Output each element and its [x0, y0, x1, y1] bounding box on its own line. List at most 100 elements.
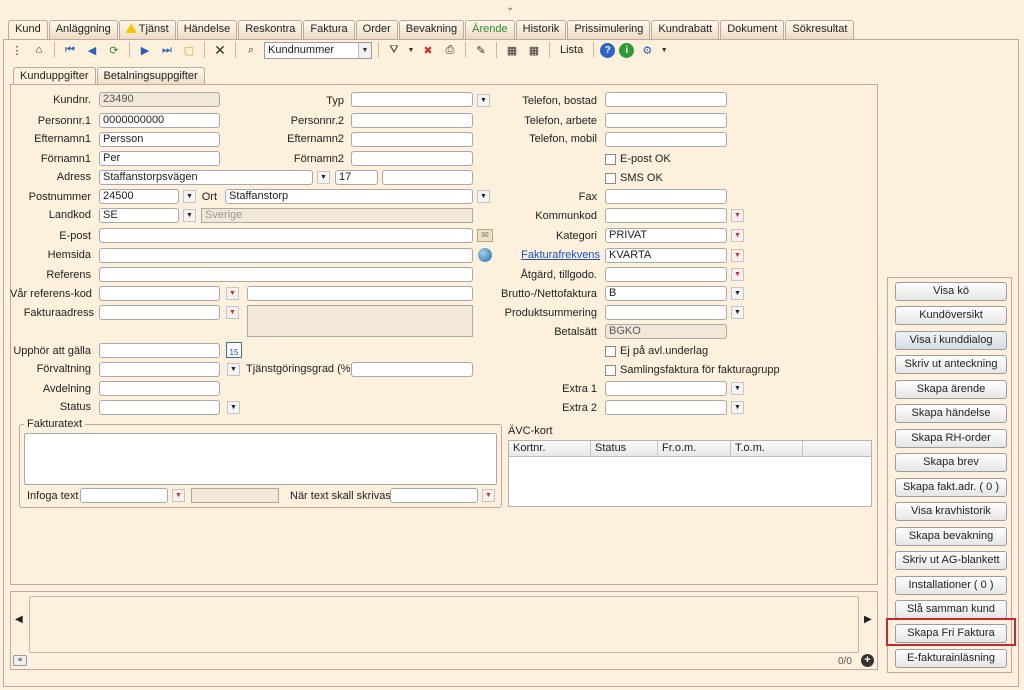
chevron-down-icon[interactable]: ▼: [660, 41, 668, 59]
efternamn1-field[interactable]: Persson: [99, 132, 220, 147]
collapse-chevron-icon[interactable]: ⌄: [506, 2, 514, 13]
tab-dokument[interactable]: Dokument: [720, 20, 785, 39]
avc-kort-grid[interactable]: Kortnr. Status Fr.o.m. T.o.m.: [508, 440, 872, 507]
typ-dropdown[interactable]: ▼: [477, 94, 490, 107]
avc-column-kortnr[interactable]: Kortnr.: [509, 441, 591, 456]
typ-field[interactable]: [351, 92, 473, 107]
personnr2-field[interactable]: [351, 113, 473, 128]
nar-text-dropdown[interactable]: ▼: [482, 489, 495, 502]
samlingsfaktura-checkbox[interactable]: [605, 365, 616, 376]
ort-field[interactable]: Staffanstorp: [225, 189, 473, 204]
fakturaadress-field[interactable]: [99, 305, 220, 320]
tab-historik[interactable]: Historik: [515, 20, 567, 39]
import-icon[interactable]: ▦: [525, 41, 543, 59]
skriv-ut-ag-blankett-button[interactable]: Skriv ut AG-blankett: [895, 551, 1007, 570]
postnummer-dropdown[interactable]: ▼: [183, 190, 196, 203]
tab-reskontra[interactable]: Reskontra: [238, 20, 303, 39]
tab-arende[interactable]: Ärende: [465, 20, 515, 39]
epost-ok-checkbox[interactable]: [605, 154, 616, 165]
fakturafrekvens-dropdown[interactable]: ▼: [731, 249, 744, 262]
skapa-handelse-button[interactable]: Skapa händelse: [895, 404, 1007, 423]
edit-icon[interactable]: ✎: [472, 41, 490, 59]
fakturaadress-dropdown[interactable]: ▼: [226, 306, 239, 319]
skapa-arende-button[interactable]: Skapa ärende: [895, 380, 1007, 399]
print-icon[interactable]: ⎙: [441, 41, 459, 59]
nar-text-field[interactable]: [390, 488, 478, 503]
tab-sokresultat[interactable]: Sökresultat: [785, 20, 855, 39]
infoga-text-field[interactable]: [80, 488, 168, 503]
fakturafrekvens-field[interactable]: KVARTA: [605, 248, 727, 263]
fornamn2-field[interactable]: [351, 151, 473, 166]
refresh-icon[interactable]: ⟳: [105, 41, 123, 59]
fakturafrekvens-link[interactable]: Fakturafrekvens: [500, 248, 600, 263]
notes-textarea[interactable]: [29, 596, 859, 653]
tab-betalningsuppgifter[interactable]: Betalningsuppgifter: [96, 67, 205, 85]
ej-avl-checkbox[interactable]: [605, 346, 616, 357]
hemsida-field[interactable]: [99, 248, 473, 263]
globe-icon[interactable]: [478, 248, 492, 262]
fakturatext-textarea[interactable]: [24, 433, 497, 485]
extra1-field[interactable]: [605, 381, 727, 396]
visa-ko-button[interactable]: Visa kö: [895, 282, 1007, 301]
skapa-rh-order-button[interactable]: Skapa RH-order: [895, 429, 1007, 448]
sla-samman-kund-button[interactable]: Slå samman kund: [895, 600, 1007, 619]
avdelning-field[interactable]: [99, 381, 220, 396]
produktsummering-field[interactable]: [605, 305, 727, 320]
skapa-bevakning-button[interactable]: Skapa bevakning: [895, 527, 1007, 546]
help-icon[interactable]: ?: [600, 42, 616, 58]
skapa-fakt-adr-button[interactable]: Skapa fakt.adr. ( 0 ): [895, 478, 1007, 497]
tab-faktura[interactable]: Faktura: [303, 20, 355, 39]
e-fakturainlasning-button[interactable]: E-fakturainläsning: [895, 649, 1007, 668]
adress-number-field[interactable]: 17: [335, 170, 378, 185]
open-folder-icon[interactable]: ⌂: [30, 41, 48, 59]
epost-field[interactable]: [99, 228, 473, 243]
filter-icon[interactable]: ⛛: [385, 41, 403, 59]
sms-ok-checkbox[interactable]: [605, 173, 616, 184]
tab-tjanst[interactable]: Tjänst: [118, 20, 176, 39]
efternamn2-field[interactable]: [351, 132, 473, 147]
tab-order[interactable]: Order: [355, 20, 398, 39]
tab-handelse[interactable]: Händelse: [176, 20, 238, 39]
postnummer-field[interactable]: 24500: [99, 189, 179, 204]
chevron-down-icon[interactable]: ▼: [407, 41, 415, 59]
kommunkod-field[interactable]: [605, 208, 727, 223]
brutto-field[interactable]: B: [605, 286, 727, 301]
upphor-field[interactable]: [99, 343, 220, 358]
next-record-icon[interactable]: ▶: [136, 41, 154, 59]
info-icon[interactable]: i: [619, 42, 635, 58]
landkod-dropdown[interactable]: ▼: [183, 209, 196, 222]
brutto-dropdown[interactable]: ▼: [731, 287, 744, 300]
memo-next-icon[interactable]: ▶: [864, 614, 872, 625]
fax-field[interactable]: [605, 189, 727, 204]
extra2-field[interactable]: [605, 400, 727, 415]
tab-kund[interactable]: Kund: [8, 20, 48, 40]
var-referens-field[interactable]: [99, 286, 220, 301]
tel-mobil-field[interactable]: [605, 132, 727, 147]
settings-icon[interactable]: ⚙: [638, 41, 656, 59]
delete-icon[interactable]: ✕: [211, 41, 229, 59]
fornamn1-field[interactable]: Per: [99, 151, 220, 166]
search-field-select[interactable]: Kundnummer ▼: [264, 41, 372, 59]
adress-extra-field[interactable]: [382, 170, 473, 185]
avc-column-from[interactable]: Fr.o.m.: [658, 441, 731, 456]
last-record-icon[interactable]: ⏭: [158, 41, 176, 59]
personnr1-field[interactable]: 0000000000: [99, 113, 220, 128]
chevron-down-icon[interactable]: ▼: [358, 42, 371, 58]
adress-dropdown[interactable]: ▼: [317, 171, 330, 184]
forvaltning-dropdown[interactable]: ▼: [227, 363, 240, 376]
status-dropdown[interactable]: ▼: [227, 401, 240, 414]
tab-prissimulering[interactable]: Prissimulering: [567, 20, 651, 39]
infoga-text-dropdown[interactable]: ▼: [172, 489, 185, 502]
installationer-button[interactable]: Installationer ( 0 ): [895, 576, 1007, 595]
new-document-icon[interactable]: ▢: [180, 41, 198, 59]
mail-icon[interactable]: ✉: [477, 229, 493, 242]
previous-record-icon[interactable]: ◀: [83, 41, 101, 59]
tab-anlaggning[interactable]: Anläggning: [48, 20, 118, 39]
kategori-field[interactable]: PRIVAT: [605, 228, 727, 243]
skapa-brev-button[interactable]: Skapa brev: [895, 453, 1007, 472]
var-referens-name-field[interactable]: [247, 286, 473, 301]
adress-field[interactable]: Staffanstorpsvägen: [99, 170, 313, 185]
visa-kravhistorik-button[interactable]: Visa kravhistorik: [895, 502, 1007, 521]
tab-kundrabatt[interactable]: Kundrabatt: [651, 20, 720, 39]
avc-column-tom[interactable]: T.o.m.: [731, 441, 803, 456]
